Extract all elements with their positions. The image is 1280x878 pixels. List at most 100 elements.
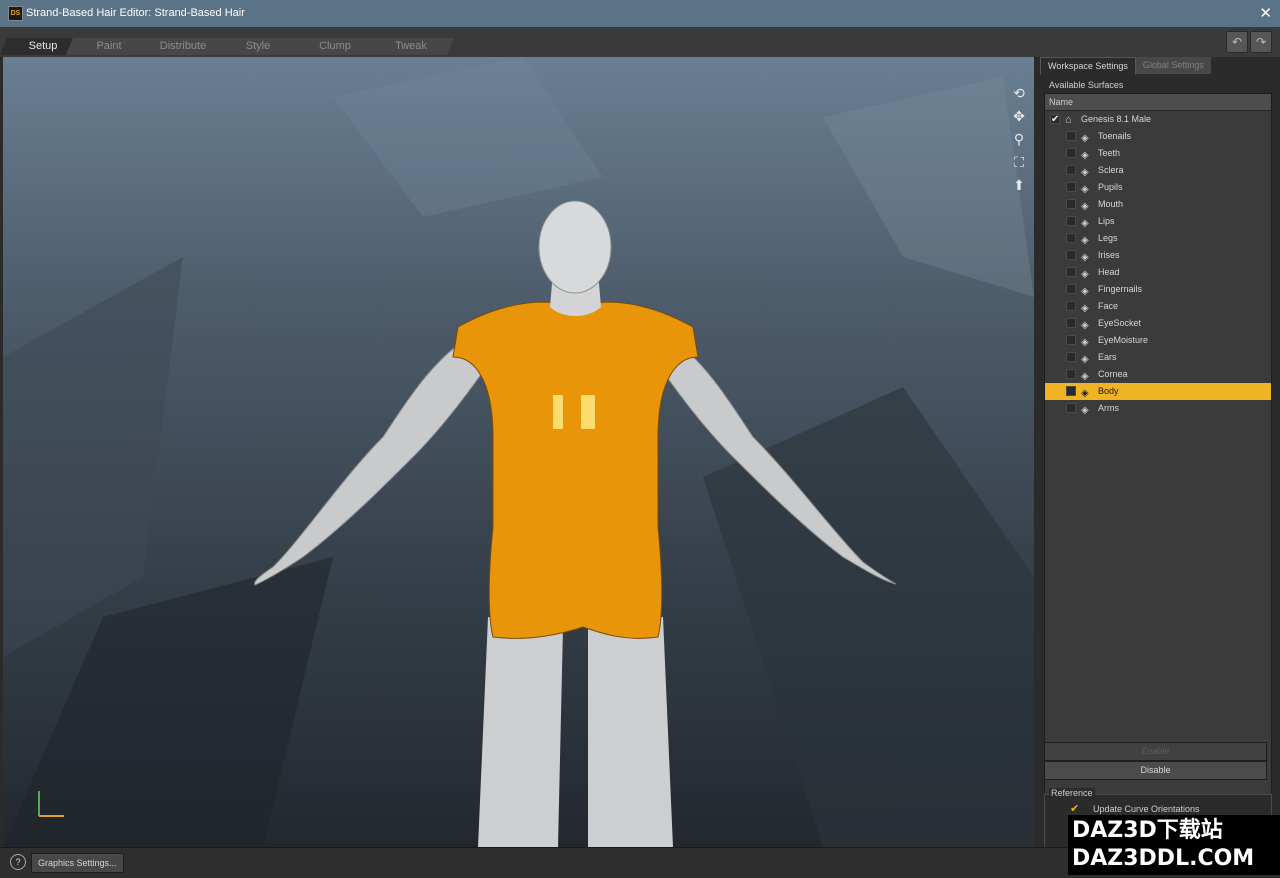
frame-icon[interactable]: ⛶ xyxy=(1010,154,1028,171)
name-column-header[interactable]: Name xyxy=(1045,94,1271,111)
watermark: DAZ3D下载站 DAZ3DDL.COM xyxy=(1068,815,1280,875)
visibility-eye-icon[interactable]: ◈ xyxy=(1081,130,1095,144)
visibility-eye-icon[interactable]: ◈ xyxy=(1081,334,1095,348)
figure-icon: ⌂ xyxy=(1065,114,1072,126)
reference-label: Reference xyxy=(1049,788,1095,798)
settings-panel: Workspace Settings Global Settings Avail… xyxy=(1036,57,1280,848)
surface-checkbox[interactable] xyxy=(1066,148,1076,158)
visibility-eye-icon[interactable]: ◈ xyxy=(1081,283,1095,297)
surface-checkbox[interactable] xyxy=(1066,216,1076,226)
visibility-eye-icon[interactable]: ◈ xyxy=(1081,300,1095,314)
graphics-settings-button[interactable]: Graphics Settings... xyxy=(31,853,124,873)
surface-row-body[interactable]: ◈ Body xyxy=(1045,383,1271,400)
surface-row-sclera[interactable]: ◈ Sclera xyxy=(1045,162,1271,179)
reset-view-icon[interactable]: ⬆ xyxy=(1010,177,1028,194)
tab-paint[interactable]: Paint xyxy=(66,38,152,55)
surface-row-arms[interactable]: ◈ Arms xyxy=(1045,400,1271,417)
surface-row-teeth[interactable]: ◈ Teeth xyxy=(1045,145,1271,162)
surface-row-eyesocket[interactable]: ◈ EyeSocket xyxy=(1045,315,1271,332)
surface-checkbox[interactable] xyxy=(1066,369,1076,379)
surface-checkbox[interactable] xyxy=(1066,199,1076,209)
visibility-eye-icon[interactable]: ◈ xyxy=(1081,147,1095,161)
visibility-eye-icon[interactable]: ◈ xyxy=(1081,198,1095,212)
surface-checkbox[interactable] xyxy=(1066,335,1076,345)
visibility-eye-icon[interactable]: ◈ xyxy=(1081,385,1095,399)
visibility-eye-icon[interactable]: ◈ xyxy=(1081,164,1095,178)
surface-checkbox[interactable] xyxy=(1066,233,1076,243)
close-icon[interactable]: ✕ xyxy=(1259,4,1272,22)
title-bar: DS Strand-Based Hair Editor: Strand-Base… xyxy=(0,0,1280,27)
visibility-eye-icon[interactable]: ◈ xyxy=(1081,215,1095,229)
window-title: Strand-Based Hair Editor: Strand-Based H… xyxy=(26,7,245,19)
editor-tab-strip: Setup Paint Distribute Style Clump Tweak xyxy=(0,27,1280,58)
visibility-eye-icon[interactable]: ◈ xyxy=(1081,368,1095,382)
surface-row-face[interactable]: ◈ Face xyxy=(1045,298,1271,315)
surface-list: Name ⌂ Genesis 8.1 Male ◈Toenails◈Teeth◈… xyxy=(1044,93,1272,795)
surface-label: Legs xyxy=(1098,233,1118,243)
visibility-eye-icon[interactable]: ◈ xyxy=(1081,351,1095,365)
surface-label: Body xyxy=(1098,386,1119,396)
visibility-eye-icon[interactable]: ◈ xyxy=(1081,317,1095,331)
surface-label: Mouth xyxy=(1098,199,1124,209)
surface-checkbox[interactable] xyxy=(1066,131,1076,141)
tab-global-settings[interactable]: Global Settings xyxy=(1135,57,1211,74)
surface-checkbox[interactable] xyxy=(1066,182,1076,192)
surface-row-head[interactable]: ◈ Head xyxy=(1045,264,1271,281)
surface-checkbox[interactable] xyxy=(1066,318,1076,328)
surface-row-ears[interactable]: ◈ Ears xyxy=(1045,349,1271,366)
zoom-icon[interactable]: ⚲ xyxy=(1010,131,1028,148)
surface-label: Face xyxy=(1098,301,1119,311)
visibility-eye-icon[interactable]: ◈ xyxy=(1081,402,1095,416)
surface-row-toenails[interactable]: ◈ Toenails xyxy=(1045,128,1271,145)
surface-row-pupils[interactable]: ◈ Pupils xyxy=(1045,179,1271,196)
panel-tabs: Workspace Settings Global Settings xyxy=(1040,57,1211,75)
disable-button[interactable]: Disable xyxy=(1044,761,1267,780)
tab-clump[interactable]: Clump xyxy=(292,38,378,55)
surface-label: Head xyxy=(1098,267,1120,277)
redo-icon[interactable]: ↷ xyxy=(1250,31,1272,53)
visibility-eye-icon[interactable]: ◈ xyxy=(1081,266,1095,280)
surface-label: Cornea xyxy=(1098,369,1128,379)
surface-checkbox[interactable] xyxy=(1066,250,1076,260)
surface-label: Sclera xyxy=(1098,165,1124,175)
undo-redo-group: ↶ ↷ xyxy=(1226,31,1272,53)
surface-row-fingernails[interactable]: ◈ Fingernails xyxy=(1045,281,1271,298)
watermark-line-1: DAZ3D下载站 xyxy=(1072,818,1223,843)
surface-label: EyeMoisture xyxy=(1098,335,1149,345)
surface-label: EyeSocket xyxy=(1098,318,1142,328)
surface-row-irises[interactable]: ◈ Irises xyxy=(1045,247,1271,264)
visibility-eye-icon[interactable]: ◈ xyxy=(1081,181,1095,195)
root-checkbox[interactable] xyxy=(1050,111,1060,128)
surface-row-legs[interactable]: ◈ Legs xyxy=(1045,230,1271,247)
surface-checkbox[interactable] xyxy=(1066,386,1076,396)
surface-root-row[interactable]: ⌂ Genesis 8.1 Male xyxy=(1045,111,1271,128)
figure-render xyxy=(3,57,1034,847)
surface-label: Arms xyxy=(1098,403,1119,413)
enable-button[interactable]: Enable xyxy=(1044,742,1267,761)
3d-viewport[interactable]: ⟲ ✥ ⚲ ⛶ ⬆ xyxy=(3,57,1034,847)
surface-row-mouth[interactable]: ◈ Mouth xyxy=(1045,196,1271,213)
surface-checkbox[interactable] xyxy=(1066,403,1076,413)
surface-row-lips[interactable]: ◈ Lips xyxy=(1045,213,1271,230)
orbit-icon[interactable]: ⟲ xyxy=(1010,85,1028,102)
tab-style[interactable]: Style xyxy=(215,38,301,55)
surface-row-cornea[interactable]: ◈ Cornea xyxy=(1045,366,1271,383)
undo-icon[interactable]: ↶ xyxy=(1226,31,1248,53)
surface-checkbox[interactable] xyxy=(1066,165,1076,175)
visibility-eye-icon[interactable]: ◈ xyxy=(1081,249,1095,263)
help-icon[interactable]: ? xyxy=(10,854,26,870)
surface-label: Teeth xyxy=(1098,148,1121,158)
tab-workspace-settings[interactable]: Workspace Settings xyxy=(1040,57,1136,75)
surface-checkbox[interactable] xyxy=(1066,301,1076,311)
surface-row-eyemoisture[interactable]: ◈ EyeMoisture xyxy=(1045,332,1271,349)
tab-tweak[interactable]: Tweak xyxy=(368,38,454,55)
update-curve-label: Update Curve Orientations xyxy=(1093,804,1200,814)
axis-gizmo-icon xyxy=(38,791,64,817)
tab-distribute[interactable]: Distribute xyxy=(140,38,226,55)
surface-checkbox[interactable] xyxy=(1066,284,1076,294)
visibility-eye-icon[interactable]: ◈ xyxy=(1081,232,1095,246)
pan-icon[interactable]: ✥ xyxy=(1010,108,1028,125)
update-curve-checkbox[interactable] xyxy=(1070,802,1080,815)
surface-checkbox[interactable] xyxy=(1066,267,1076,277)
surface-checkbox[interactable] xyxy=(1066,352,1076,362)
